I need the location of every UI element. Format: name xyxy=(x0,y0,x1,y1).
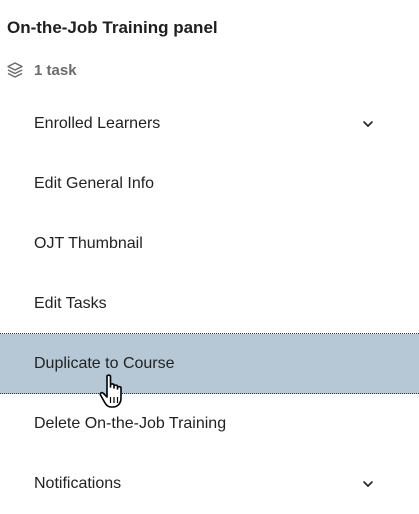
menu-item-delete-ojt[interactable]: Delete On-the-Job Training xyxy=(0,394,419,454)
menu-item-label: Edit General Info xyxy=(34,175,155,192)
panel-title: On-the-Job Training panel xyxy=(7,18,218,37)
chevron-down-icon[interactable] xyxy=(361,477,375,491)
menu-item-ojt-thumbnail[interactable]: OJT Thumbnail xyxy=(0,214,419,274)
menu-item-label: OJT Thumbnail xyxy=(34,235,143,252)
menu-item-duplicate-to-course[interactable]: Duplicate to Course xyxy=(0,334,419,394)
ojt-panel: On-the-Job Training panel 1 task Enrolle… xyxy=(0,0,419,504)
menu-item-label: Enrolled Learners xyxy=(34,115,161,132)
menu-item-label: Duplicate to Course xyxy=(34,354,175,372)
menu-item-label: Edit Tasks xyxy=(34,294,107,312)
menu-item-enrolled-learners[interactable]: Enrolled Learners xyxy=(0,94,419,154)
menu-item-edit-general-info[interactable]: Edit General Info xyxy=(0,154,419,214)
panel-menu: Enrolled Learners Edit General Info OJT … xyxy=(0,94,419,514)
layers-icon xyxy=(6,61,24,79)
menu-item-label: Notifications xyxy=(34,475,122,492)
task-count: 1 task xyxy=(6,60,77,80)
menu-item-edit-tasks[interactable]: Edit Tasks xyxy=(0,274,419,334)
menu-item-notifications[interactable]: Notifications xyxy=(0,454,419,514)
task-count-label: 1 task xyxy=(34,61,77,79)
menu-item-label: Delete On-the-Job Training xyxy=(34,415,227,432)
chevron-down-icon[interactable] xyxy=(361,117,375,131)
